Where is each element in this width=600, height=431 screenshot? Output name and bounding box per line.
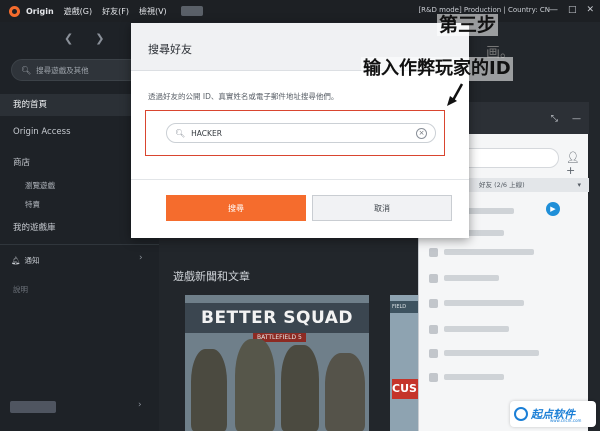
- sidebar-item-deals[interactable]: 特賣: [25, 199, 40, 210]
- friend-row[interactable]: [429, 298, 579, 308]
- search-icon: 🔍︎: [175, 128, 186, 138]
- sidebar-item-help[interactable]: 說明: [13, 284, 28, 295]
- sidebar-item-library[interactable]: 我的遊戲庫: [13, 221, 56, 233]
- soldier-figure: [191, 349, 227, 431]
- popout-icon[interactable]: ⤡: [551, 114, 558, 124]
- dialog-description: 透過好友的公開 ID、真實姓名或電子郵件地址搜尋他們。: [148, 92, 339, 101]
- friend-row[interactable]: [429, 372, 579, 382]
- friend-name-blurred: [444, 275, 499, 281]
- friend-row[interactable]: [429, 273, 579, 283]
- avatar: [429, 247, 438, 257]
- menu-view[interactable]: 檢視(V): [139, 6, 167, 17]
- history-nav: ❮ ❯: [64, 32, 104, 45]
- friend-row[interactable]: [429, 324, 579, 334]
- friend-id-input[interactable]: [191, 128, 417, 138]
- minimize-icon[interactable]: —: [549, 5, 558, 15]
- site-watermark: 起点软件 www.cncrk.com: [510, 401, 596, 427]
- avatar: [429, 372, 438, 382]
- cancel-button[interactable]: 取消: [312, 195, 452, 221]
- title-bar: Origin 遊戲(G) 好友(F) 檢視(V) [R&D mode] Prod…: [0, 0, 600, 22]
- soldier-figure: [325, 353, 365, 431]
- search-icon: 🔍︎: [21, 65, 32, 75]
- annotation-arrow-icon: [447, 83, 464, 106]
- search-placeholder: 搜尋遊戲及其他: [36, 65, 89, 75]
- play-icon[interactable]: ▶: [546, 202, 560, 216]
- friend-name-blurred: [444, 374, 504, 380]
- menu-friends[interactable]: 好友(F): [102, 6, 129, 17]
- friend-name-blurred: [444, 350, 539, 356]
- watermark-logo-icon: [514, 407, 528, 421]
- chevron-right-icon[interactable]: ›: [139, 253, 143, 263]
- clear-icon[interactable]: ×: [416, 128, 427, 139]
- window-controls: — □ ✕: [549, 5, 594, 15]
- friend-name-blurred: [444, 249, 534, 255]
- environment-status: [R&D mode] Production | Country: CN: [418, 6, 550, 14]
- forward-arrow-icon[interactable]: ❯: [95, 32, 104, 45]
- news-section-title: 遊戲新聞和文章: [173, 270, 250, 283]
- avatar: [429, 298, 438, 308]
- maximize-icon[interactable]: □: [568, 5, 577, 15]
- news-card2-tag: CUS: [392, 379, 418, 399]
- menu-origin[interactable]: Origin: [26, 7, 54, 16]
- minimize-icon[interactable]: —: [572, 114, 581, 124]
- bell-icon: 🔔︎: [11, 256, 21, 265]
- friend-name-blurred: [444, 300, 524, 306]
- sidebar-item-notifications[interactable]: 🔔︎ 通知: [11, 255, 40, 266]
- sidebar-search-input[interactable]: 🔍︎ 搜尋遊戲及其他: [11, 59, 151, 81]
- soldier-figure: [235, 339, 275, 431]
- avatar: [429, 273, 438, 283]
- search-button[interactable]: 搜尋: [166, 195, 306, 221]
- dialog-divider: [131, 179, 469, 180]
- watermark-url: www.cncrk.com: [550, 418, 582, 423]
- soldier-figure: [281, 345, 319, 431]
- friend-row[interactable]: [429, 247, 579, 257]
- news-card2-stripe: FIELD: [390, 301, 418, 313]
- avatar: [429, 324, 438, 334]
- add-friend-icon[interactable]: 👤︎+: [566, 151, 588, 177]
- back-arrow-icon[interactable]: ❮: [64, 32, 73, 45]
- avatar: [429, 348, 438, 358]
- news-card-battlefield[interactable]: BETTER SQUAD BATTLEFIELD 5: [185, 295, 369, 431]
- annotation-step-label: 第三步: [437, 14, 499, 36]
- friend-row[interactable]: [429, 348, 579, 358]
- annotation-instruction: 输入作弊玩家的ID: [361, 57, 513, 81]
- chevron-right-icon[interactable]: ›: [138, 400, 142, 410]
- dialog-title: 搜尋好友: [148, 43, 192, 56]
- close-icon[interactable]: ✕: [586, 5, 594, 15]
- menu-games[interactable]: 遊戲(G): [64, 6, 92, 17]
- sidebar-divider: [0, 244, 159, 245]
- sidebar-item-origin-access[interactable]: Origin Access: [13, 127, 71, 137]
- news-card-secondary[interactable]: FIELD CUS: [390, 295, 418, 431]
- notifications-label: 通知: [24, 256, 40, 265]
- menu-blurred: [180, 6, 203, 16]
- friend-name-blurred: [444, 326, 509, 332]
- friends-panel-controls: ⤡ —: [551, 114, 581, 124]
- user-name-blurred[interactable]: [10, 401, 56, 413]
- friends-group-label: 好友 (2/6 上線): [479, 181, 525, 189]
- news-card-title: BETTER SQUAD: [185, 303, 369, 333]
- sidebar-item-store[interactable]: 商店: [13, 156, 30, 168]
- sidebar-item-browse-games[interactable]: 瀏覽遊戲: [25, 180, 55, 191]
- origin-logo-icon: [9, 5, 20, 17]
- chevron-down-icon[interactable]: ▾: [577, 178, 581, 192]
- friend-search-field[interactable]: 🔍︎ ×: [166, 123, 436, 143]
